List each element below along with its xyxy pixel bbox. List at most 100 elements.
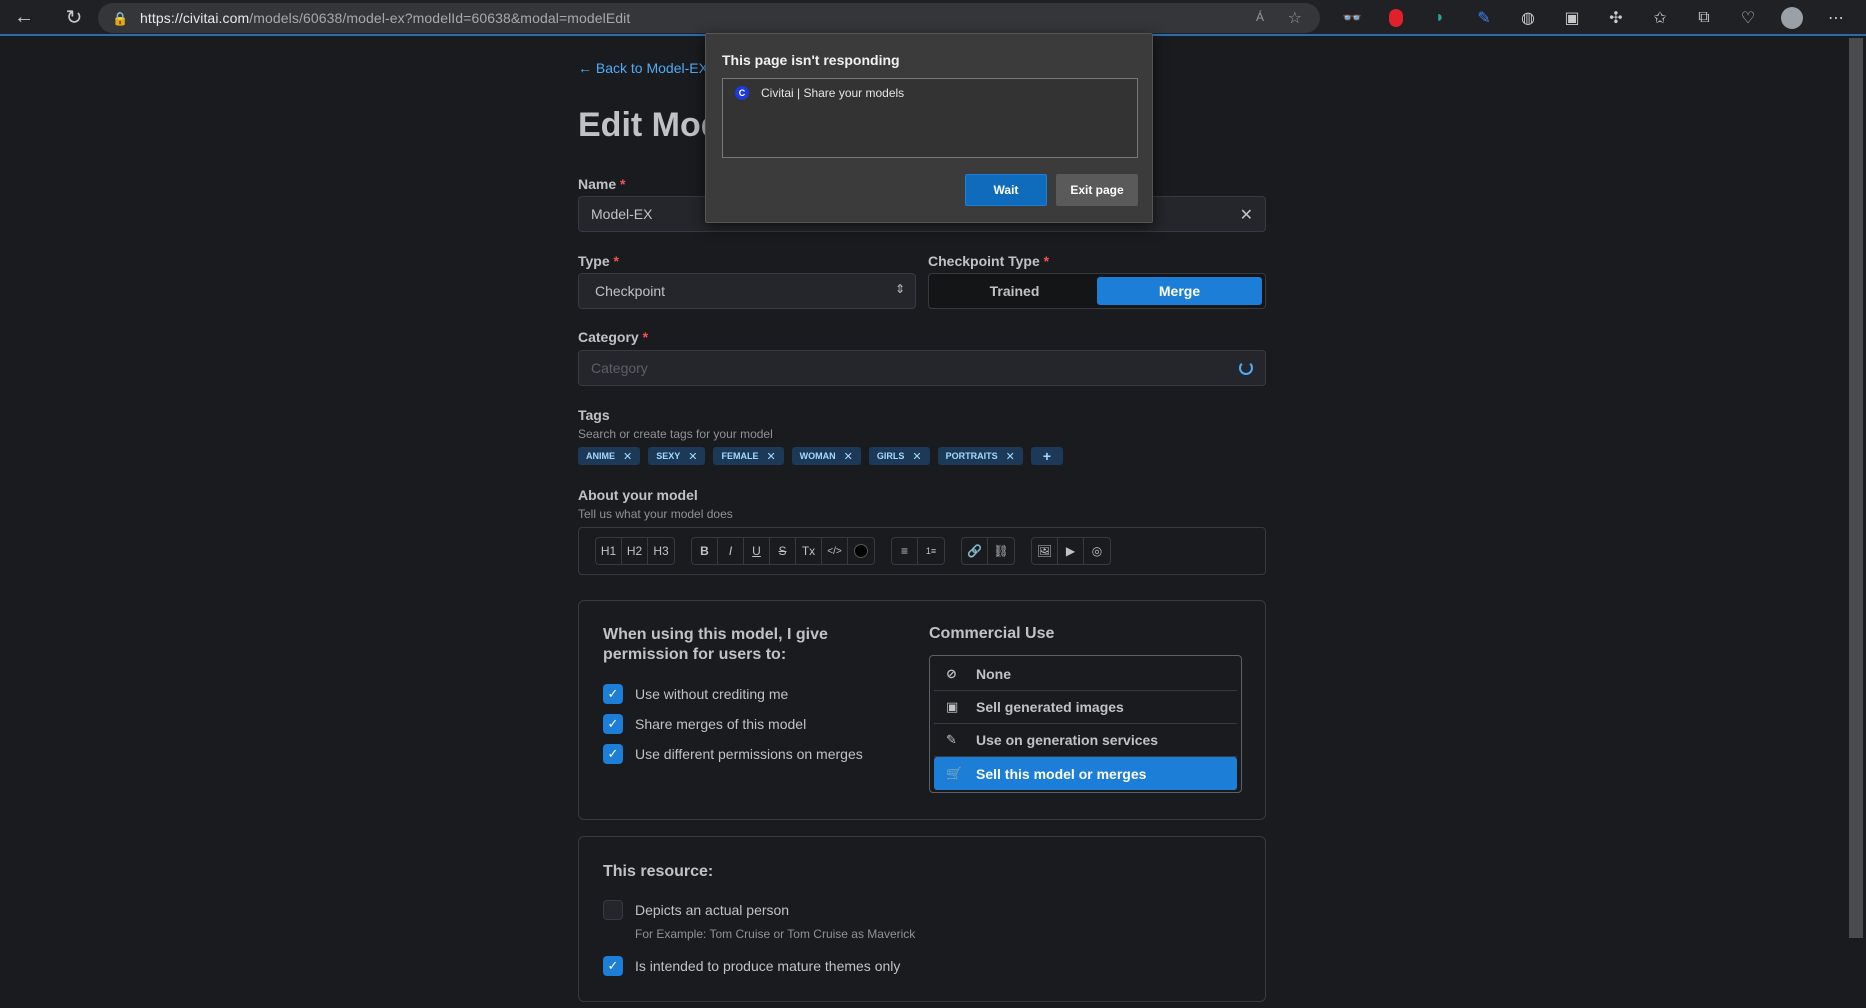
extensions-bar: 👓 ◗ ✎ ◍ ▣ ✣ ✩ ⧉ ♡ ⋯: [1330, 0, 1858, 36]
page-scrollbar[interactable]: [1846, 38, 1866, 1008]
permission-share-merges[interactable]: ✓ Share merges of this model: [603, 714, 806, 734]
ordered-list-button[interactable]: 1≡: [918, 538, 944, 564]
tag-girls: GIRLS ✕: [868, 447, 930, 465]
more-menu-icon[interactable]: ⋯: [1814, 0, 1858, 36]
add-favorite-icon[interactable]: ☆: [1288, 8, 1302, 28]
remove-tag-icon[interactable]: ✕: [623, 450, 632, 463]
collections-icon[interactable]: ⧉: [1682, 0, 1726, 36]
heading-1-button[interactable]: H1: [596, 538, 622, 564]
favorites-icon[interactable]: ✩: [1638, 0, 1682, 36]
type-select[interactable]: Checkpoint ⇕: [578, 273, 916, 309]
commercial-sell-images[interactable]: ▣ Sell generated images: [934, 691, 1237, 724]
image-icon[interactable]: 🖼: [1032, 538, 1058, 564]
permissions-card: When using this model, I give permission…: [578, 600, 1266, 820]
segment-merge[interactable]: Merge: [1097, 277, 1262, 305]
checkbox-checked[interactable]: ✓: [603, 714, 623, 734]
slash-icon: ⊘: [946, 666, 957, 681]
bold-button[interactable]: B: [692, 538, 718, 564]
loading-spinner-icon: [1239, 361, 1253, 375]
bullet-list-button[interactable]: ≡: [892, 538, 918, 564]
checkbox-checked[interactable]: ✓: [603, 956, 623, 976]
instagram-icon[interactable]: ◎: [1084, 538, 1110, 564]
tag-woman: WOMAN ✕: [791, 447, 861, 465]
code-button[interactable]: </>: [822, 538, 848, 564]
heading-2-button[interactable]: H2: [622, 538, 648, 564]
type-label: Type *: [578, 253, 619, 269]
clear-format-button[interactable]: Tx: [796, 538, 822, 564]
commercial-generation-services[interactable]: ✎ Use on generation services: [934, 724, 1237, 757]
actual-person-description: For Example: Tom Cruise or Tom Cruise as…: [635, 927, 916, 941]
dialog-title: This page isn't responding: [722, 52, 900, 68]
tag-portraits: PORTRAITS ✕: [937, 447, 1023, 465]
tag-female: FEMALE ✕: [713, 447, 784, 465]
commercial-use-list: ⊘ None ▣ Sell generated images ✎ Use on gen…: [929, 655, 1242, 793]
exit-page-button[interactable]: Exit page: [1056, 174, 1138, 206]
performance-icon[interactable]: ♡: [1726, 0, 1770, 36]
about-description: Tell us what your model does: [578, 507, 733, 521]
scrollbar-thumb[interactable]: [1849, 38, 1863, 938]
lock-icon[interactable]: 🔒: [112, 11, 128, 26]
remove-tag-icon[interactable]: ✕: [766, 450, 775, 463]
checkbox-unchecked[interactable]: [603, 900, 623, 920]
extensions-puzzle-icon[interactable]: ✣: [1594, 0, 1638, 36]
add-tag-button[interactable]: +: [1030, 447, 1064, 465]
extension-red-icon[interactable]: [1374, 0, 1418, 36]
address-bar[interactable]: 🔒 https://civitai.com/models/60638/model…: [98, 3, 1320, 33]
strikethrough-button[interactable]: S: [770, 538, 796, 564]
tags-label: Tags: [578, 407, 610, 423]
read-aloud-icon[interactable]: Á: [1256, 10, 1264, 24]
italic-button[interactable]: I: [718, 538, 744, 564]
checkbox-checked[interactable]: ✓: [603, 744, 623, 764]
list-tools: ≡ 1≡: [891, 537, 945, 565]
youtube-icon[interactable]: ▶: [1058, 538, 1084, 564]
dialog-page-item: C Civitai | Share your models: [735, 86, 904, 100]
resource-title: This resource:: [603, 863, 714, 880]
name-label: Name *: [578, 176, 626, 192]
segment-trained[interactable]: Trained: [932, 277, 1097, 305]
link-icon[interactable]: 🔗: [962, 538, 988, 564]
about-label: About your model: [578, 487, 698, 503]
permission-no-credit[interactable]: ✓ Use without crediting me: [603, 684, 788, 704]
page-not-responding-dialog: This page isn't responding C Civitai | S…: [705, 33, 1153, 223]
resource-mature[interactable]: ✓ Is intended to produce mature themes on…: [603, 956, 900, 976]
permission-different-merges[interactable]: ✓ Use different permissions on merges: [603, 744, 863, 764]
brush-icon: ✎: [946, 732, 957, 747]
resource-card: This resource: Depicts an actual person …: [578, 836, 1266, 1002]
photo-icon: ▣: [946, 699, 959, 714]
format-tools: B I U S Tx </>: [691, 537, 875, 565]
underline-button[interactable]: U: [744, 538, 770, 564]
extension-pen-icon[interactable]: ✎: [1462, 0, 1506, 36]
category-select[interactable]: Category: [578, 350, 1266, 386]
color-picker-button[interactable]: [848, 538, 874, 564]
wait-button[interactable]: Wait: [965, 174, 1047, 206]
rich-text-editor[interactable]: H1 H2 H3 B I U S Tx </> ≡ 1≡ 🔗 ⛓ 🖼 ▶ ◎: [578, 527, 1266, 575]
profile-avatar[interactable]: [1770, 0, 1814, 36]
heading-3-button[interactable]: H3: [648, 538, 674, 564]
back-arrow-icon[interactable]: ←: [6, 0, 42, 35]
back-link[interactable]: ← Back to Model-EX: [578, 60, 708, 76]
checkpoint-type-label: Checkpoint Type *: [928, 253, 1050, 269]
tags-description: Search or create tags for your model: [578, 427, 773, 441]
remove-tag-icon[interactable]: ✕: [844, 450, 853, 463]
remove-tag-icon[interactable]: ✕: [912, 450, 921, 463]
resource-actual-person[interactable]: Depicts an actual person: [603, 900, 789, 920]
checkbox-checked[interactable]: ✓: [603, 684, 623, 704]
url-text[interactable]: https://civitai.com/models/60638/model-e…: [140, 10, 630, 26]
unlink-icon[interactable]: ⛓: [988, 538, 1014, 564]
commercial-sell-model[interactable]: 🛒 Sell this model or merges: [934, 757, 1237, 790]
tags-list: ANIME ✕ SEXY ✕ FEMALE ✕ WOMAN ✕ GIRLS ✕ PORTR…: [578, 447, 1071, 465]
extension-image-icon[interactable]: ▣: [1550, 0, 1594, 36]
remove-tag-icon[interactable]: ✕: [688, 450, 697, 463]
heading-tools: H1 H2 H3: [595, 537, 675, 565]
extension-glasses-icon[interactable]: 👓: [1330, 0, 1374, 36]
remove-tag-icon[interactable]: ✕: [1006, 450, 1015, 463]
dialog-page-list: C Civitai | Share your models: [722, 78, 1138, 158]
tag-sexy: SEXY ✕: [648, 447, 706, 465]
clear-icon[interactable]: ✕: [1240, 205, 1253, 225]
permissions-title: When using this model, I give permission…: [603, 626, 828, 663]
extension-gray-icon[interactable]: ◍: [1506, 0, 1550, 36]
refresh-icon[interactable]: ↻: [56, 0, 92, 35]
extension-teal-icon[interactable]: ◗: [1418, 0, 1462, 36]
commercial-none[interactable]: ⊘ None: [934, 658, 1237, 691]
civitai-favicon-icon: C: [735, 86, 749, 100]
